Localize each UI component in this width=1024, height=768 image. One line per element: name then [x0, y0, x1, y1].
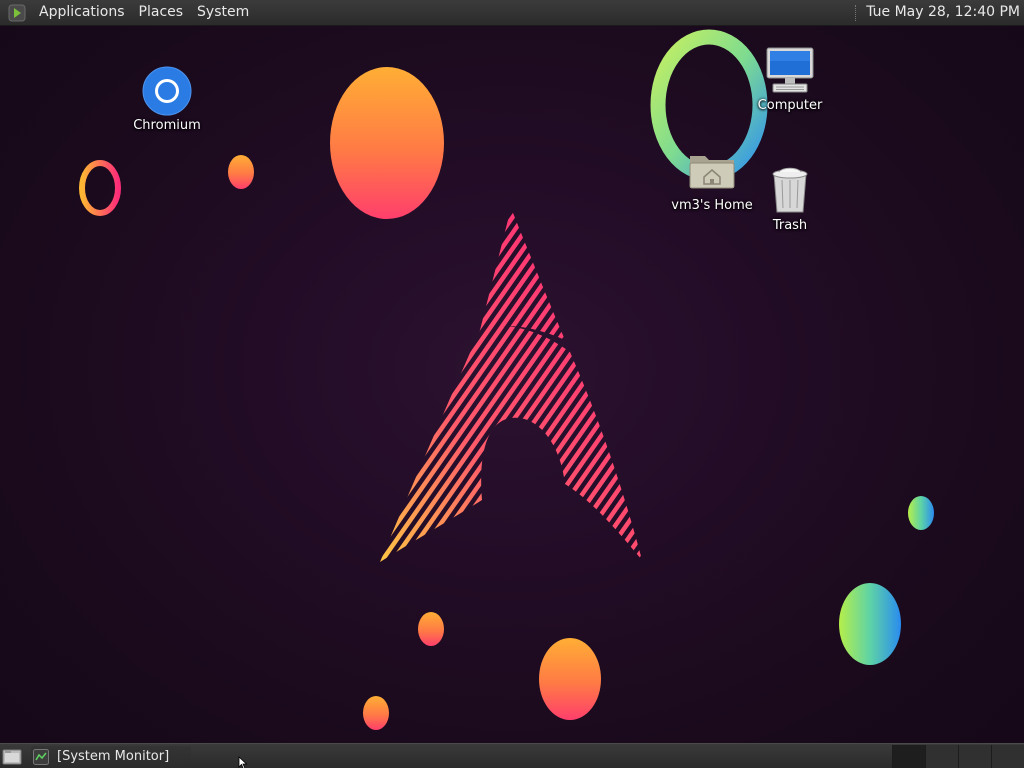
computer-label: Computer	[757, 98, 823, 113]
applications-menu-icon[interactable]	[8, 4, 26, 22]
menu-system[interactable]: System	[190, 0, 256, 25]
chromium-label: Chromium	[133, 118, 201, 133]
show-desktop-icon	[2, 749, 22, 764]
clock[interactable]: Tue May 28, 12:40 PM	[866, 0, 1024, 25]
top-panel: Applications Places System Tue May 28, 1…	[0, 0, 1024, 26]
taskbar-item-system-monitor[interactable]: [System Monitor]	[31, 745, 191, 768]
desktop-icon-trash[interactable]: Trash	[740, 166, 840, 233]
trash-label: Trash	[772, 218, 808, 233]
workspace-3[interactable]	[958, 745, 991, 768]
taskbar-item-label: [System Monitor]	[57, 749, 170, 764]
computer-icon	[765, 46, 815, 96]
workspace-1[interactable]	[892, 745, 925, 768]
workspace-4[interactable]	[991, 745, 1024, 768]
system-monitor-icon	[33, 748, 49, 765]
workspace-2[interactable]	[925, 745, 958, 768]
chromium-icon	[142, 66, 192, 116]
trash-icon	[765, 166, 815, 216]
mouse-cursor-icon	[238, 756, 248, 768]
show-desktop-button[interactable]	[1, 746, 23, 768]
bottom-panel: [System Monitor]	[0, 743, 1024, 768]
panel-separator	[855, 4, 858, 21]
desktop-icon-computer[interactable]: Computer	[740, 46, 840, 113]
home-folder-icon	[687, 146, 737, 196]
menu-places[interactable]: Places	[132, 0, 191, 25]
desktop-icon-chromium[interactable]: Chromium	[117, 66, 217, 133]
menu-applications[interactable]: Applications	[32, 0, 132, 25]
workspace-switcher[interactable]	[892, 745, 1024, 768]
